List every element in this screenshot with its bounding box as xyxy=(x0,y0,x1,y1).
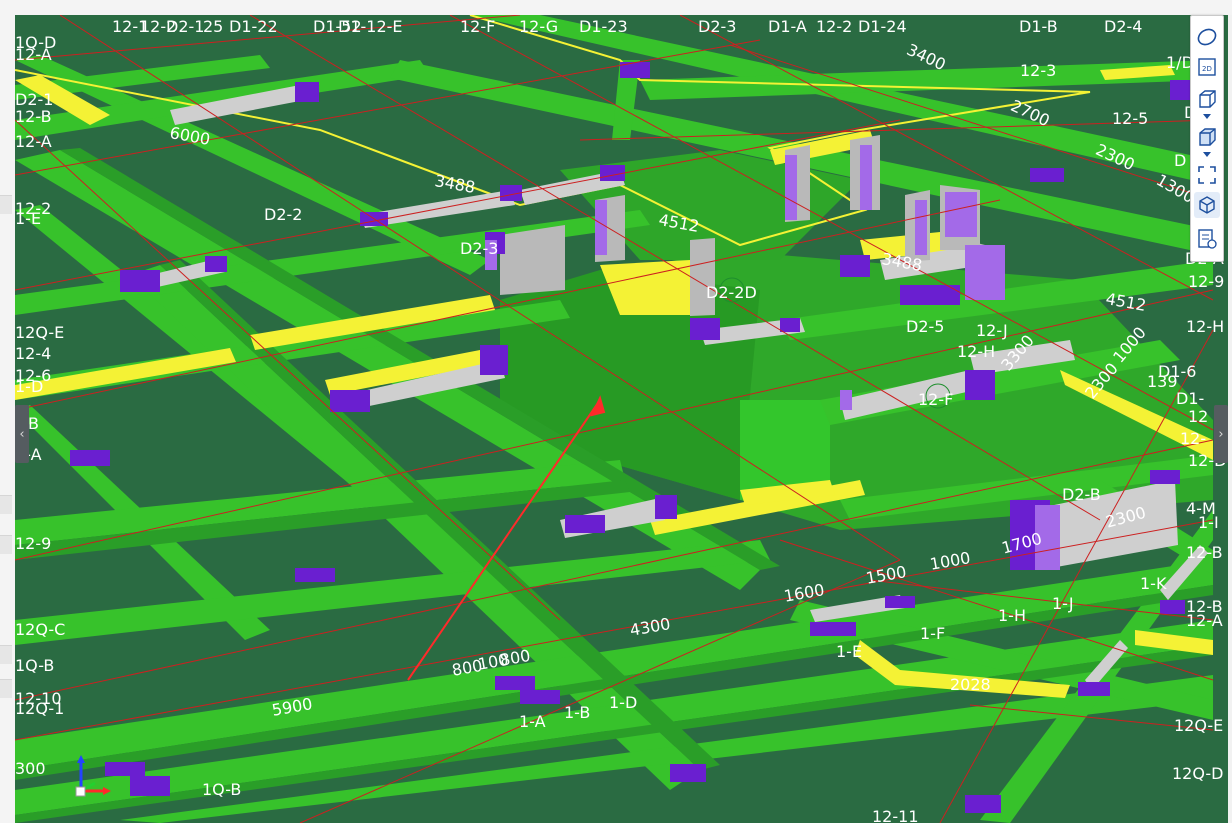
grid-label: 12Q-E xyxy=(15,323,64,342)
grid-label: D1-22 xyxy=(229,17,278,36)
grid-label: D2-5 xyxy=(906,317,944,336)
3d-box-icon[interactable] xyxy=(1194,86,1220,112)
grid-label: 1Q-B xyxy=(15,656,54,675)
panel-tab[interactable] xyxy=(0,495,12,514)
axis-triad xyxy=(75,755,111,797)
grid-label: 12-B xyxy=(15,107,52,126)
grid-label: 1-F xyxy=(920,624,945,643)
grid-label: 12Q-E xyxy=(1174,716,1223,735)
grid-label: 12-A xyxy=(1186,611,1223,630)
solid-box-icon[interactable] xyxy=(1194,124,1220,150)
3d-viewport[interactable]: 12-1 12-2 D2-1 25 D1-22 D1-52 D1-12-E 12-F 12-G D… xyxy=(15,15,1228,823)
grid-label: 12-B xyxy=(1186,543,1223,562)
grid-label: 25 xyxy=(203,17,223,36)
grid-label: 1-K xyxy=(1140,574,1167,593)
grid-label: D xyxy=(1174,151,1186,170)
grid-label: 12Q-1 xyxy=(15,699,64,718)
grid-label: 12-9 xyxy=(15,534,51,553)
grid-label: 1-H xyxy=(998,606,1026,625)
dimension-label: 2028 xyxy=(950,675,991,694)
grid-label: 12 xyxy=(1188,407,1208,426)
grid-label: 12-F xyxy=(460,17,495,36)
caret-down-icon[interactable] xyxy=(1203,114,1211,120)
view-toolbar: 2D xyxy=(1190,15,1224,262)
grid-label: 12-9 xyxy=(1188,272,1224,291)
model-scene[interactable]: 12-112-2D2-125 D1-22 D1-52D1-12-E 12-F 12-G D… xyxy=(15,15,1228,823)
grid-label: D1-23 xyxy=(579,17,628,36)
grid-label: 12Q-C xyxy=(15,620,65,639)
grid-label: 12Q-D xyxy=(1172,764,1224,783)
grid-label: 1-J xyxy=(1052,594,1074,613)
grid-label: 12-2 xyxy=(816,17,852,36)
grid-label: 12-J xyxy=(976,321,1008,340)
grid-label: 12-A xyxy=(15,45,52,64)
orbit-icon[interactable] xyxy=(1194,24,1220,50)
grid-label: D2-3 xyxy=(698,17,736,36)
fit-view-icon[interactable] xyxy=(1194,162,1220,188)
grid-label: 1Q-B xyxy=(202,780,241,799)
2d-view-icon[interactable]: 2D xyxy=(1194,54,1220,80)
grid-label: 12-3 xyxy=(1020,61,1056,80)
grid-label: 12- xyxy=(1180,429,1206,448)
grid-label: 1-E xyxy=(15,209,41,228)
grid-label: D1-B xyxy=(1019,17,1058,36)
grid-label: D1-12-E xyxy=(338,17,403,36)
grid-label: 1-I xyxy=(1198,513,1219,532)
grid-label: D1-A xyxy=(768,17,807,36)
grid-label: 12-G xyxy=(519,17,558,36)
panel-tab[interactable] xyxy=(0,195,12,214)
dimension-label: 139 xyxy=(1147,372,1178,391)
grid-label: D1- xyxy=(1176,389,1204,408)
grid-label: D2-2D xyxy=(706,283,757,302)
grid-label: 1-D xyxy=(15,377,43,396)
dimension-label: 300 xyxy=(15,759,46,778)
grid-label: D2-3 xyxy=(460,239,498,258)
grid-label: 12-4 xyxy=(15,344,51,363)
grid-label: D2-2 xyxy=(264,205,302,224)
cube-view-icon[interactable] xyxy=(1194,192,1220,218)
grid-label: D2-B xyxy=(1062,485,1101,504)
panel-tab[interactable] xyxy=(0,679,12,698)
grid-label: D1-24 xyxy=(858,17,907,36)
2d-label: 2D xyxy=(1202,65,1212,73)
layer-settings-icon[interactable] xyxy=(1194,226,1220,252)
grid-label: B xyxy=(28,414,39,433)
grid-label: 12-H xyxy=(957,342,995,361)
nav-left-arrow[interactable]: ‹ xyxy=(15,405,29,463)
grid-label: 1-A xyxy=(519,712,546,731)
panel-tab[interactable] xyxy=(0,645,12,664)
grid-label: D2-1 xyxy=(166,17,204,36)
grid-label: 1-E xyxy=(836,642,862,661)
grid-label: 12-A xyxy=(15,132,52,151)
grid-label: 12-F xyxy=(918,390,953,409)
grid-label: 1-B xyxy=(564,703,590,722)
grid-label: D2-4 xyxy=(1104,17,1142,36)
grid-label: 12-5 xyxy=(1112,109,1148,128)
left-panel-edge xyxy=(0,15,15,823)
nav-right-arrow[interactable]: › xyxy=(1214,405,1228,463)
caret-down-icon[interactable] xyxy=(1203,152,1211,158)
panel-tab[interactable] xyxy=(0,535,12,554)
grid-label: 12-11 xyxy=(872,807,919,823)
grid-label: 1-D xyxy=(609,693,637,712)
grid-label: 12-H xyxy=(1186,317,1224,336)
top-bar xyxy=(0,0,1232,15)
